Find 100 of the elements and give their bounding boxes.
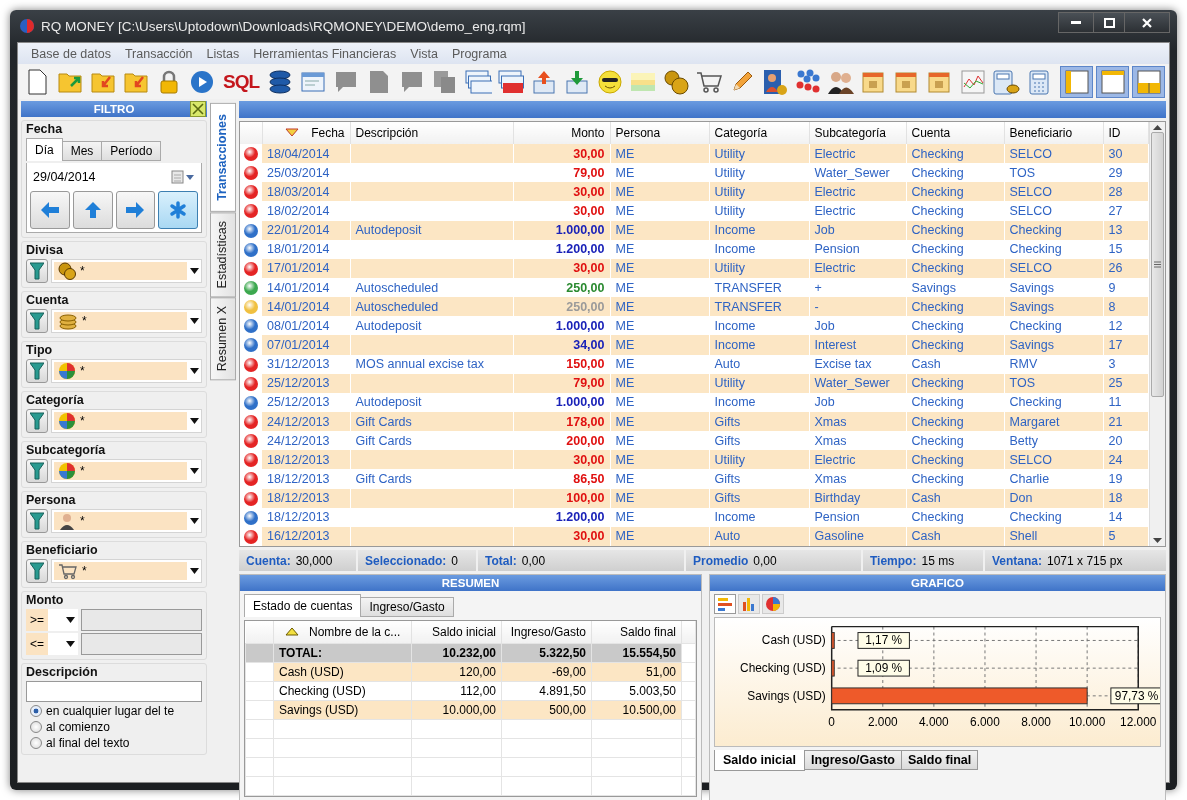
filter-button[interactable] xyxy=(26,309,48,333)
lock-icon[interactable] xyxy=(158,68,180,95)
minimize-button[interactable] xyxy=(1058,12,1094,33)
scroll-down-icon[interactable] xyxy=(1152,538,1162,543)
play-icon[interactable] xyxy=(189,68,215,95)
vertical-tab[interactable]: Estadísticas xyxy=(210,211,236,298)
dots-icon[interactable] xyxy=(795,68,822,95)
vertical-tab[interactable]: Resumen X xyxy=(210,297,236,381)
windows-icon[interactable] xyxy=(464,68,493,95)
maximize-button[interactable] xyxy=(1093,12,1125,33)
tab[interactable]: Saldo inicial xyxy=(714,750,805,771)
filter-button[interactable] xyxy=(26,359,48,383)
column-header[interactable]: Nombre de la c... xyxy=(273,621,412,643)
column-header[interactable]: Ingreso/Gasto xyxy=(501,621,592,643)
new-document-icon[interactable] xyxy=(26,68,48,95)
navigation-button[interactable] xyxy=(115,191,156,229)
column-header[interactable]: Subcategoría xyxy=(809,122,906,144)
table-cell: 15.554,50 xyxy=(591,643,682,662)
vertical-tab[interactable]: Transacciones xyxy=(210,103,236,212)
navigation-button[interactable] xyxy=(72,191,113,229)
radio-button[interactable] xyxy=(30,721,42,733)
table-cell: Gift Cards xyxy=(350,469,513,489)
tab[interactable]: Período xyxy=(101,141,162,161)
filter-combo[interactable]: * xyxy=(51,409,202,433)
table-cell: Savings xyxy=(1004,335,1103,355)
filter-combo[interactable]: * xyxy=(51,259,202,283)
table-cell: 86,50 xyxy=(513,469,610,489)
filter-combo[interactable]: * xyxy=(51,559,202,583)
table-cell: 18/12/2013 xyxy=(262,488,350,508)
column-header[interactable]: Beneficiario xyxy=(1004,122,1103,144)
close-button[interactable] xyxy=(1124,12,1170,33)
column-header[interactable]: Categoría xyxy=(709,122,809,144)
filter-button[interactable] xyxy=(26,559,48,583)
filter-button[interactable] xyxy=(26,259,48,283)
table-cell: 250,00 xyxy=(513,297,610,317)
funnel-icon xyxy=(30,312,44,330)
form-icon[interactable] xyxy=(300,69,327,94)
calendar-dropdown-icon[interactable] xyxy=(171,170,195,184)
id-card-icon[interactable] xyxy=(762,67,789,96)
menu-item[interactable]: Vista xyxy=(403,46,445,61)
category-label: Cash (USD) xyxy=(761,633,826,648)
amount-field[interactable] xyxy=(81,633,202,655)
filter-button[interactable] xyxy=(26,409,48,433)
asterisk-icon[interactable] xyxy=(168,200,189,220)
table-cell: Autodeposit xyxy=(350,316,513,336)
tab[interactable]: Ingreso/Gasto xyxy=(360,597,454,617)
navigation-button[interactable] xyxy=(158,191,198,229)
left-arrow-icon[interactable] xyxy=(39,201,60,219)
calculator-icon[interactable] xyxy=(992,68,1021,95)
column-header[interactable]: Cuenta xyxy=(906,122,1004,144)
tab[interactable]: Día xyxy=(26,138,63,161)
smiley-icon[interactable] xyxy=(597,68,624,95)
column-header[interactable]: ID xyxy=(1103,122,1148,144)
operator-dropdown[interactable]: >= xyxy=(26,609,78,631)
table-cell: Xmas xyxy=(809,469,906,489)
bar xyxy=(831,659,835,677)
scroll-up-icon[interactable] xyxy=(1152,125,1162,130)
filter-combo[interactable]: * xyxy=(51,509,202,533)
navigation-button[interactable] xyxy=(30,191,70,229)
menu-item[interactable]: Base de datos xyxy=(24,46,118,61)
amount-field[interactable] xyxy=(81,609,202,631)
operator-dropdown[interactable]: <= xyxy=(26,633,78,655)
line-chart-icon[interactable] xyxy=(960,68,987,95)
column-header[interactable]: Fecha xyxy=(262,122,350,144)
filter-button[interactable] xyxy=(26,459,48,483)
filter-combo[interactable]: * xyxy=(51,459,202,483)
windows-icon[interactable] xyxy=(497,68,526,95)
column-header[interactable]: Monto xyxy=(513,122,610,144)
radio-button[interactable] xyxy=(30,737,42,749)
right-arrow-icon[interactable] xyxy=(125,201,146,219)
database-icon[interactable] xyxy=(268,68,293,95)
tab[interactable]: Estado de cuentas xyxy=(244,594,362,617)
table-cell: 200,00 xyxy=(513,431,610,451)
table-cell: Gifts xyxy=(709,469,809,489)
radio-button[interactable] xyxy=(30,705,42,717)
column-header[interactable]: Saldo inicial xyxy=(411,621,502,643)
menu-item[interactable]: Herramientas Financieras xyxy=(246,46,404,61)
panel-title: RESUMEN xyxy=(441,577,500,589)
table-cell: ME xyxy=(610,201,709,221)
table-cell: Betty xyxy=(1004,431,1103,451)
description-field[interactable] xyxy=(26,681,202,702)
tab[interactable]: Saldo final xyxy=(901,750,979,770)
table-cell: 30,00 xyxy=(513,201,610,221)
column-header[interactable]: Saldo final xyxy=(591,621,682,643)
menu-item[interactable]: Transacción xyxy=(117,46,200,61)
filter-combo[interactable]: * xyxy=(51,309,202,333)
sql-button[interactable]: SQL xyxy=(220,70,263,93)
filter-combo[interactable]: * xyxy=(51,359,202,383)
tab[interactable]: Ingreso/Gasto xyxy=(803,750,902,770)
column-header[interactable]: Persona xyxy=(610,122,709,144)
menu-item[interactable]: Listas xyxy=(199,46,247,61)
column-header[interactable]: Descripción xyxy=(350,122,513,144)
funnel-icon xyxy=(30,362,44,380)
tab[interactable]: Mes xyxy=(61,141,103,161)
menu-item[interactable]: Programa xyxy=(444,46,514,61)
table-cell: 1.000,00 xyxy=(513,316,610,336)
download-icon[interactable] xyxy=(564,68,591,95)
filter-button[interactable] xyxy=(26,509,48,533)
coins-icon[interactable] xyxy=(663,68,690,95)
caret-icon xyxy=(190,468,199,474)
